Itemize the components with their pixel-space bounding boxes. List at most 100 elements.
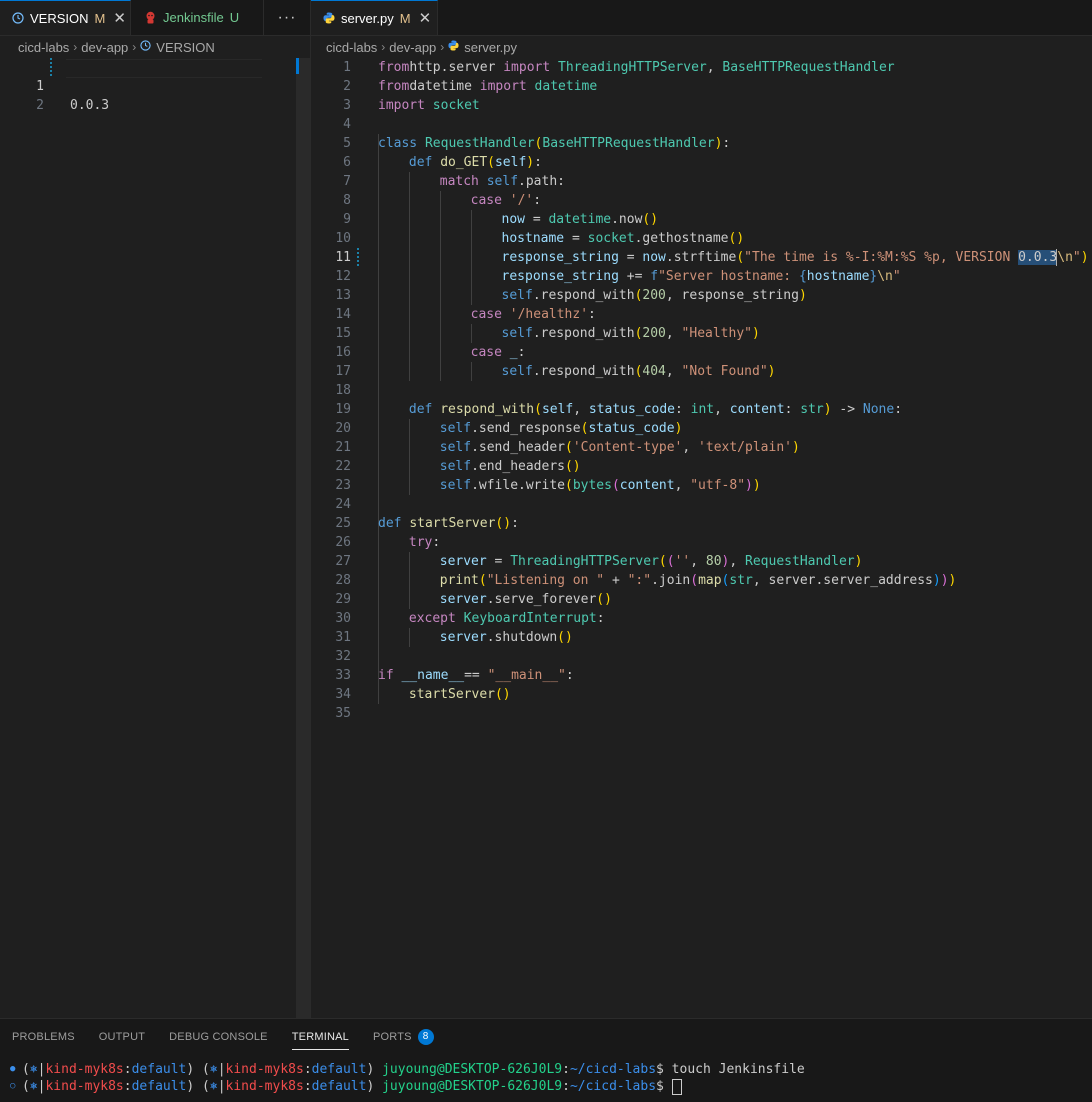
- code-token: ): [752, 326, 760, 341]
- code-text: server = ThreadingHTTPServer(('', 80), R…: [440, 552, 863, 571]
- tab-problems[interactable]: PROBLEMS: [12, 1029, 75, 1050]
- tab-jenkinsfile[interactable]: Jenkinsfile U: [131, 0, 264, 35]
- line-number: 24: [335, 497, 351, 512]
- line-number: 9: [343, 212, 351, 227]
- line-number: 28: [335, 573, 351, 588]
- code-token: self: [439, 440, 472, 455]
- code-line: 28 print("Listening on " + ":".join(map(s…: [311, 571, 1092, 590]
- breadcrumb-item[interactable]: server.py: [464, 40, 517, 55]
- code-token: ==: [464, 668, 488, 683]
- editor-server-py[interactable]: 1 fromhttp.server import ThreadingHTTPSer…: [311, 58, 1092, 1018]
- code-line: 15 self.respond_with(200, "Healthy"): [311, 324, 1092, 343]
- close-icon[interactable]: ✕: [419, 9, 432, 27]
- code-token: self: [501, 288, 533, 303]
- code-token: +: [604, 573, 628, 588]
- code-text: server.serve_forever(): [440, 590, 612, 609]
- code-line: 19 def respond_with(self, status_code: in…: [311, 400, 1092, 419]
- tab-label: PORTS: [372, 1031, 412, 1043]
- code-token: .join: [651, 573, 691, 588]
- tab-ports[interactable]: PORTS 8: [373, 1029, 434, 1050]
- code-token: (): [596, 592, 612, 607]
- code-token: (: [736, 250, 745, 265]
- code-text: case '/healthz':: [471, 305, 596, 324]
- breadcrumb-item[interactable]: dev-app: [81, 40, 128, 55]
- code-token: (): [642, 212, 659, 227]
- code-token: 200: [642, 288, 666, 303]
- code-line: 20 self.send_response(status_code): [311, 419, 1092, 438]
- code-token: (: [478, 573, 487, 588]
- terminal-text: :: [562, 1062, 570, 1077]
- code-token: self: [439, 478, 472, 493]
- terminal-text: ): [366, 1079, 383, 1094]
- code-token: ThreadingHTTPServer: [550, 60, 707, 75]
- tab-label: PROBLEMS: [12, 1031, 75, 1043]
- code-line: 9 now = datetime.now(): [311, 210, 1092, 229]
- code-text: 0.0.3: [70, 98, 110, 113]
- line-number: 23: [335, 478, 351, 493]
- code-line: 33 if __name__== "__main__":: [311, 666, 1092, 685]
- code-line: 13 self.respond_with(200, response_string…: [311, 286, 1092, 305]
- terminal-line: ○ (⎈|kind-myk8s:default) (⎈|kind-myk8s:de…: [10, 1078, 682, 1095]
- breadcrumb-item[interactable]: cicd-labs: [326, 40, 377, 55]
- tab-version[interactable]: VERSION M ✕: [0, 0, 131, 35]
- line-number: 34: [335, 687, 351, 702]
- code-line: 16 case _:: [311, 343, 1092, 362]
- code-token: case: [470, 307, 510, 322]
- scrollbar[interactable]: [296, 58, 310, 1018]
- code-token: server: [439, 592, 487, 607]
- close-icon[interactable]: ✕: [113, 9, 126, 27]
- code-token: bytes: [572, 478, 612, 493]
- code-token: :: [784, 402, 801, 417]
- code-token: hostname: [806, 269, 870, 284]
- code-line: 1 0.0.3: [0, 58, 310, 113]
- kubernetes-icon: ⎈: [209, 1079, 218, 1094]
- breadcrumb-item[interactable]: cicd-labs: [18, 40, 69, 55]
- code-token: :: [534, 155, 542, 170]
- line-number: 14: [335, 307, 351, 322]
- code-token: ): [752, 478, 761, 493]
- code-token: from: [378, 79, 410, 94]
- code-token: BaseHTTPRequestHandler: [542, 136, 715, 151]
- code-token: =: [618, 250, 643, 265]
- tab-output[interactable]: OUTPUT: [99, 1029, 145, 1050]
- code-token: ": [1072, 250, 1081, 265]
- code-token: _: [509, 345, 518, 360]
- code-token: (): [495, 516, 512, 531]
- more-actions-icon[interactable]: ···: [264, 0, 310, 35]
- line-number: 30: [335, 611, 351, 626]
- code-token: str: [800, 402, 824, 417]
- code-token: (): [728, 231, 745, 246]
- code-token: ): [940, 573, 949, 588]
- editor-version[interactable]: 1 0.0.3 2: [0, 58, 310, 1018]
- terminal-line: ● (⎈|kind-myk8s:default) (⎈|kind-myk8s:de…: [10, 1061, 805, 1078]
- line-number: 5: [343, 136, 351, 151]
- tab-server-py[interactable]: server.py M ✕: [311, 0, 438, 35]
- tab-bar-right: server.py M ✕: [311, 0, 1092, 36]
- chevron-right-icon: ›: [440, 40, 445, 54]
- code-token: self: [494, 155, 527, 170]
- code-token: '': [674, 554, 691, 569]
- line-number: 18: [335, 383, 351, 398]
- breadcrumb-item[interactable]: dev-app: [389, 40, 436, 55]
- terminal-text: :: [303, 1062, 312, 1077]
- code-line: 4: [311, 115, 1092, 134]
- code-token: match: [439, 174, 487, 189]
- code-text: server.shutdown(): [440, 628, 573, 647]
- terminal-text: ~/cicd-labs: [569, 1062, 657, 1077]
- code-text: now = datetime.now(): [502, 210, 659, 229]
- breadcrumb-item[interactable]: VERSION: [156, 40, 215, 55]
- terminal-text: |: [217, 1062, 226, 1077]
- code-line: 18: [311, 381, 1092, 400]
- code-line: 25 def startServer():: [311, 514, 1092, 533]
- code-token: map: [698, 573, 722, 588]
- code-token: try: [408, 535, 433, 550]
- line-number: 16: [335, 345, 351, 360]
- modified-flag: M: [94, 10, 106, 26]
- code-text: self.respond_with(200, response_string): [502, 286, 807, 305]
- code-token: class: [378, 136, 425, 151]
- code-token: ,: [690, 554, 706, 569]
- code-token: str: [729, 573, 753, 588]
- tab-terminal[interactable]: TERMINAL: [291, 1029, 349, 1050]
- code-token: server: [439, 630, 487, 645]
- tab-debug-console[interactable]: DEBUG CONSOLE: [169, 1029, 268, 1050]
